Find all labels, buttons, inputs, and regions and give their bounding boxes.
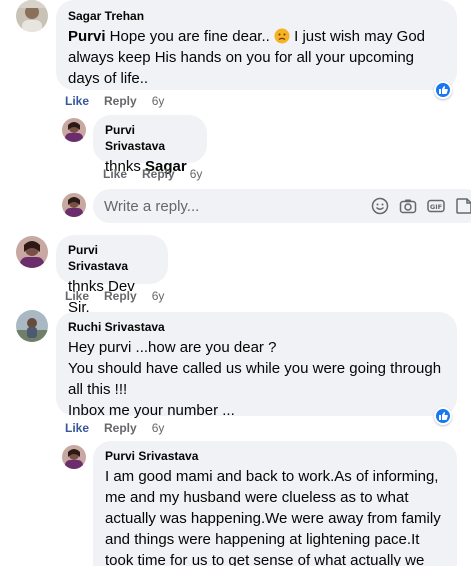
sad-face-emoji: [274, 28, 290, 44]
sticker-icon[interactable]: [454, 196, 471, 216]
gif-icon[interactable]: GIF: [426, 196, 446, 216]
comment-bubble-purvi-1: Purvi Srivastava thnks Sagar: [93, 115, 207, 175]
comment-bubble-purvi-2: Purvi Srivastava thnks Dev Sir.: [56, 235, 168, 316]
avatar-purvi[interactable]: [62, 445, 86, 469]
comment-bubble-sagar: Sagar Trehan Purvi Hope you are fine dea…: [56, 0, 457, 90]
timestamp[interactable]: 6y: [152, 93, 165, 109]
comment-author[interactable]: Ruchi Srivastava: [68, 319, 445, 335]
reply-button[interactable]: Reply: [104, 420, 137, 436]
timestamp[interactable]: 6y: [190, 166, 203, 182]
like-button[interactable]: Like: [65, 288, 89, 304]
comment-author[interactable]: Purvi Srivastava: [105, 122, 195, 154]
comment-author[interactable]: Purvi Srivastava: [105, 448, 445, 464]
reply-button[interactable]: Reply: [104, 288, 137, 304]
comment-author[interactable]: Purvi Srivastava: [68, 242, 156, 274]
avatar-ruchi[interactable]: [16, 310, 48, 342]
comment-author[interactable]: Sagar Trehan: [68, 8, 445, 24]
timestamp[interactable]: 6y: [152, 288, 165, 304]
reply-composer: GIF: [93, 189, 471, 223]
like-button[interactable]: Like: [65, 420, 89, 436]
svg-text:GIF: GIF: [430, 203, 442, 211]
comment-text: Purvi Hope you are fine dear.. I just wi…: [68, 28, 426, 87]
reply-button[interactable]: Reply: [104, 93, 137, 109]
camera-icon[interactable]: [398, 196, 418, 216]
comment-actions: Like Reply 6y: [65, 420, 164, 436]
avatar-current-user[interactable]: [62, 193, 86, 217]
avatar-purvi[interactable]: [62, 118, 86, 142]
timestamp[interactable]: 6y: [152, 420, 165, 436]
comment-actions: Like Reply 6y: [65, 93, 164, 109]
comment-actions: Like Reply 6y: [65, 288, 164, 304]
comment-bubble-purvi-3: Purvi Srivastava I am good mami and back…: [93, 441, 457, 566]
comment-text: Hey purvi ...how are you dear ? You shou…: [68, 339, 442, 419]
mention-link[interactable]: Purvi: [68, 28, 106, 45]
avatar-sagar[interactable]: [16, 0, 48, 32]
comment-bubble-ruchi: Ruchi Srivastava Hey purvi ...how are yo…: [56, 312, 457, 419]
like-reaction-icon[interactable]: [434, 81, 452, 99]
comment-text: I am good mami and back to work.As of in…: [105, 468, 441, 566]
reply-button[interactable]: Reply: [142, 166, 175, 182]
comment-actions: Like Reply 6y: [103, 166, 202, 182]
like-reaction-icon[interactable]: [434, 407, 452, 425]
reply-input[interactable]: [104, 197, 364, 215]
like-button[interactable]: Like: [103, 166, 127, 182]
emoji-icon[interactable]: [370, 196, 390, 216]
avatar-purvi[interactable]: [16, 236, 48, 268]
like-button[interactable]: Like: [65, 93, 89, 109]
